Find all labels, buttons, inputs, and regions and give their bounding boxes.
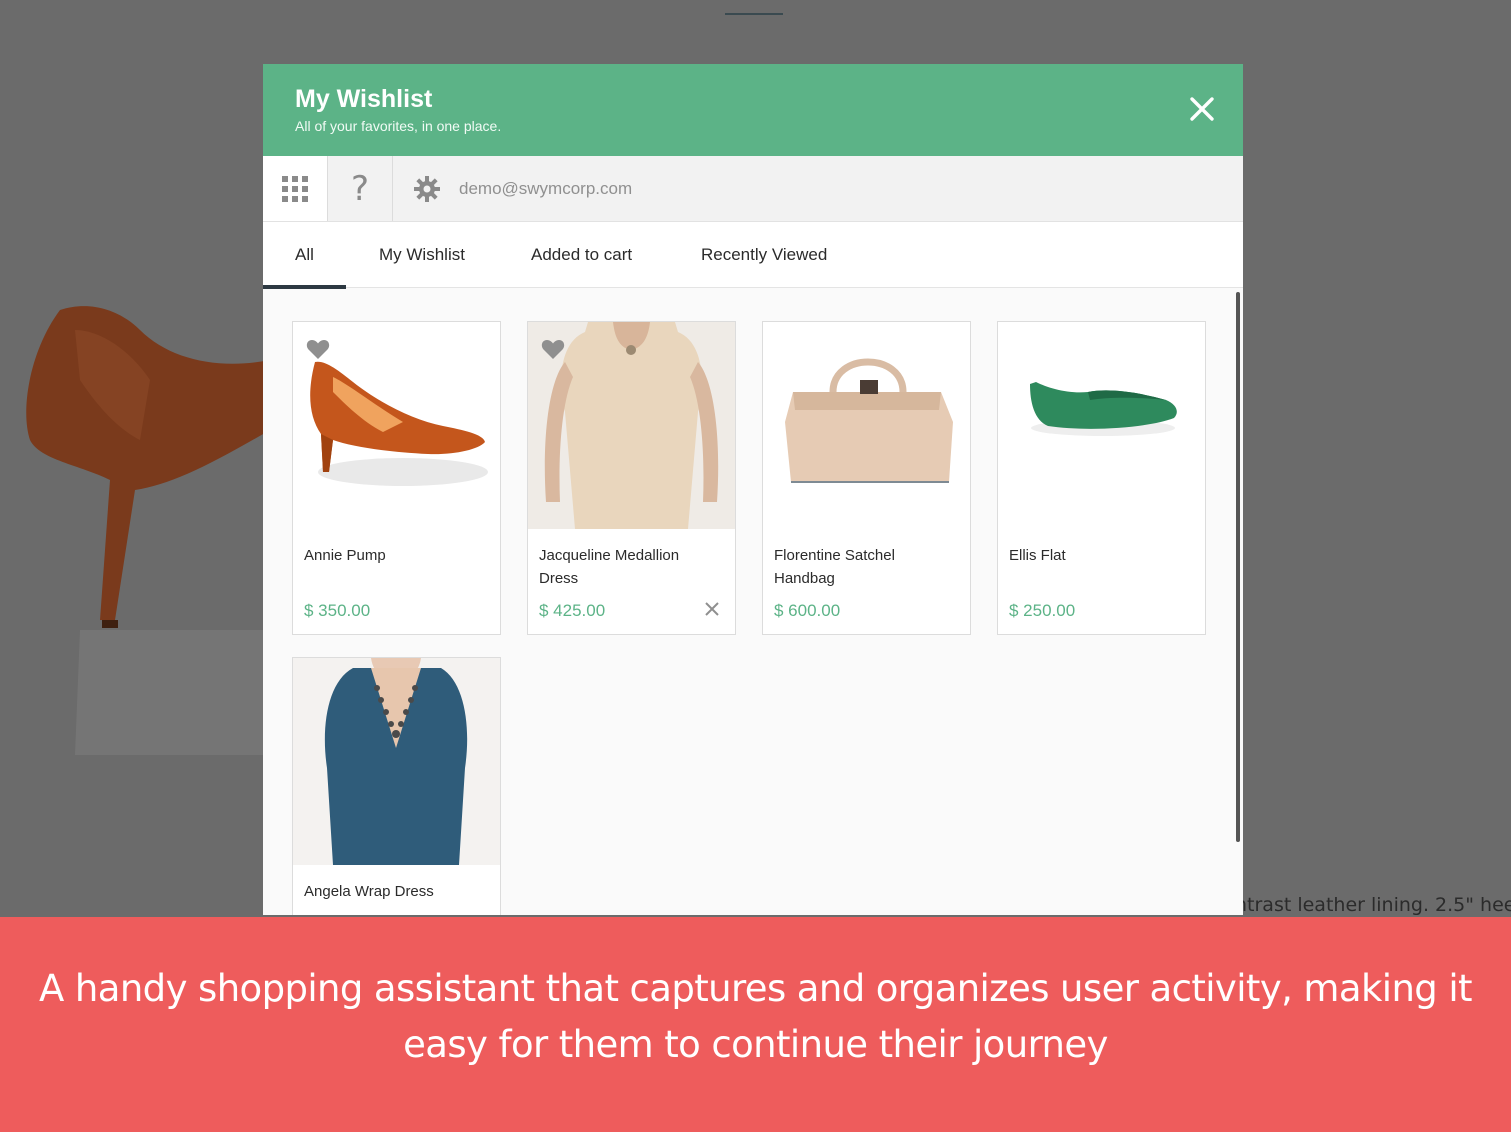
- tab-my-wishlist[interactable]: My Wishlist: [379, 222, 465, 288]
- modal-subtitle: All of your favorites, in one place.: [295, 118, 502, 134]
- favorite-heart-icon[interactable]: [541, 338, 565, 365]
- product-price: $ 425.00: [539, 601, 606, 620]
- top-divider: [725, 13, 783, 15]
- product-price: $ 350.00: [304, 601, 371, 620]
- help-button[interactable]: ?: [328, 156, 393, 221]
- product-name[interactable]: Angela Wrap Dress: [304, 880, 484, 903]
- close-icon: [705, 602, 719, 616]
- product-name[interactable]: Jacqueline Medallion Dress: [539, 544, 719, 590]
- product-card[interactable]: Jacqueline Medallion Dress $ 425.00: [527, 321, 736, 635]
- account-email: demo@swymcorp.com: [459, 178, 633, 198]
- toolbar: ? demo@swymcorp.com: [263, 156, 1243, 222]
- account-settings[interactable]: demo@swymcorp.com: [393, 156, 632, 221]
- grid-icon: [282, 175, 308, 202]
- grid-view-button[interactable]: [263, 156, 328, 221]
- product-card[interactable]: Annie Pump $ 350.00: [292, 321, 501, 635]
- background-product-description: ntrast leather lining. 2.5" hee: [1243, 894, 1511, 916]
- caption-text: A handy shopping assistant that captures…: [39, 967, 1473, 1066]
- product-price: $ 600.00: [774, 601, 841, 620]
- caption-banner: A handy shopping assistant that captures…: [0, 917, 1511, 1132]
- tab-bar: All My Wishlist Added to cart Recently V…: [263, 222, 1243, 289]
- wishlist-modal: My Wishlist All of your favorites, in on…: [263, 64, 1243, 915]
- product-grid: Annie Pump $ 350.00 Jacqueline Medallion…: [263, 288, 1243, 915]
- product-name[interactable]: Ellis Flat: [1009, 544, 1189, 567]
- close-button[interactable]: [1187, 94, 1217, 124]
- product-name[interactable]: Florentine Satchel Handbag: [774, 544, 954, 590]
- gear-icon: [414, 175, 440, 202]
- product-image: [998, 322, 1205, 529]
- tab-recently-viewed[interactable]: Recently Viewed: [701, 222, 827, 288]
- help-icon: ?: [350, 168, 370, 209]
- modal-title: My Wishlist: [295, 85, 433, 113]
- modal-header: My Wishlist All of your favorites, in on…: [263, 64, 1243, 156]
- favorite-heart-icon[interactable]: [306, 338, 330, 365]
- product-card[interactable]: Angela Wrap Dress: [292, 657, 501, 915]
- background-shoe-image: [26, 306, 270, 755]
- remove-item-button[interactable]: [705, 602, 719, 621]
- tab-all[interactable]: All: [263, 222, 346, 289]
- product-image: [763, 322, 970, 529]
- tab-added-to-cart[interactable]: Added to cart: [531, 222, 632, 288]
- product-card[interactable]: Florentine Satchel Handbag $ 600.00: [762, 321, 971, 635]
- product-price: $ 250.00: [1009, 601, 1076, 620]
- product-name[interactable]: Annie Pump: [304, 544, 484, 567]
- product-card[interactable]: Ellis Flat $ 250.00: [997, 321, 1206, 635]
- product-image: [293, 658, 500, 865]
- close-icon: [1190, 97, 1214, 121]
- scrollbar[interactable]: [1236, 292, 1240, 842]
